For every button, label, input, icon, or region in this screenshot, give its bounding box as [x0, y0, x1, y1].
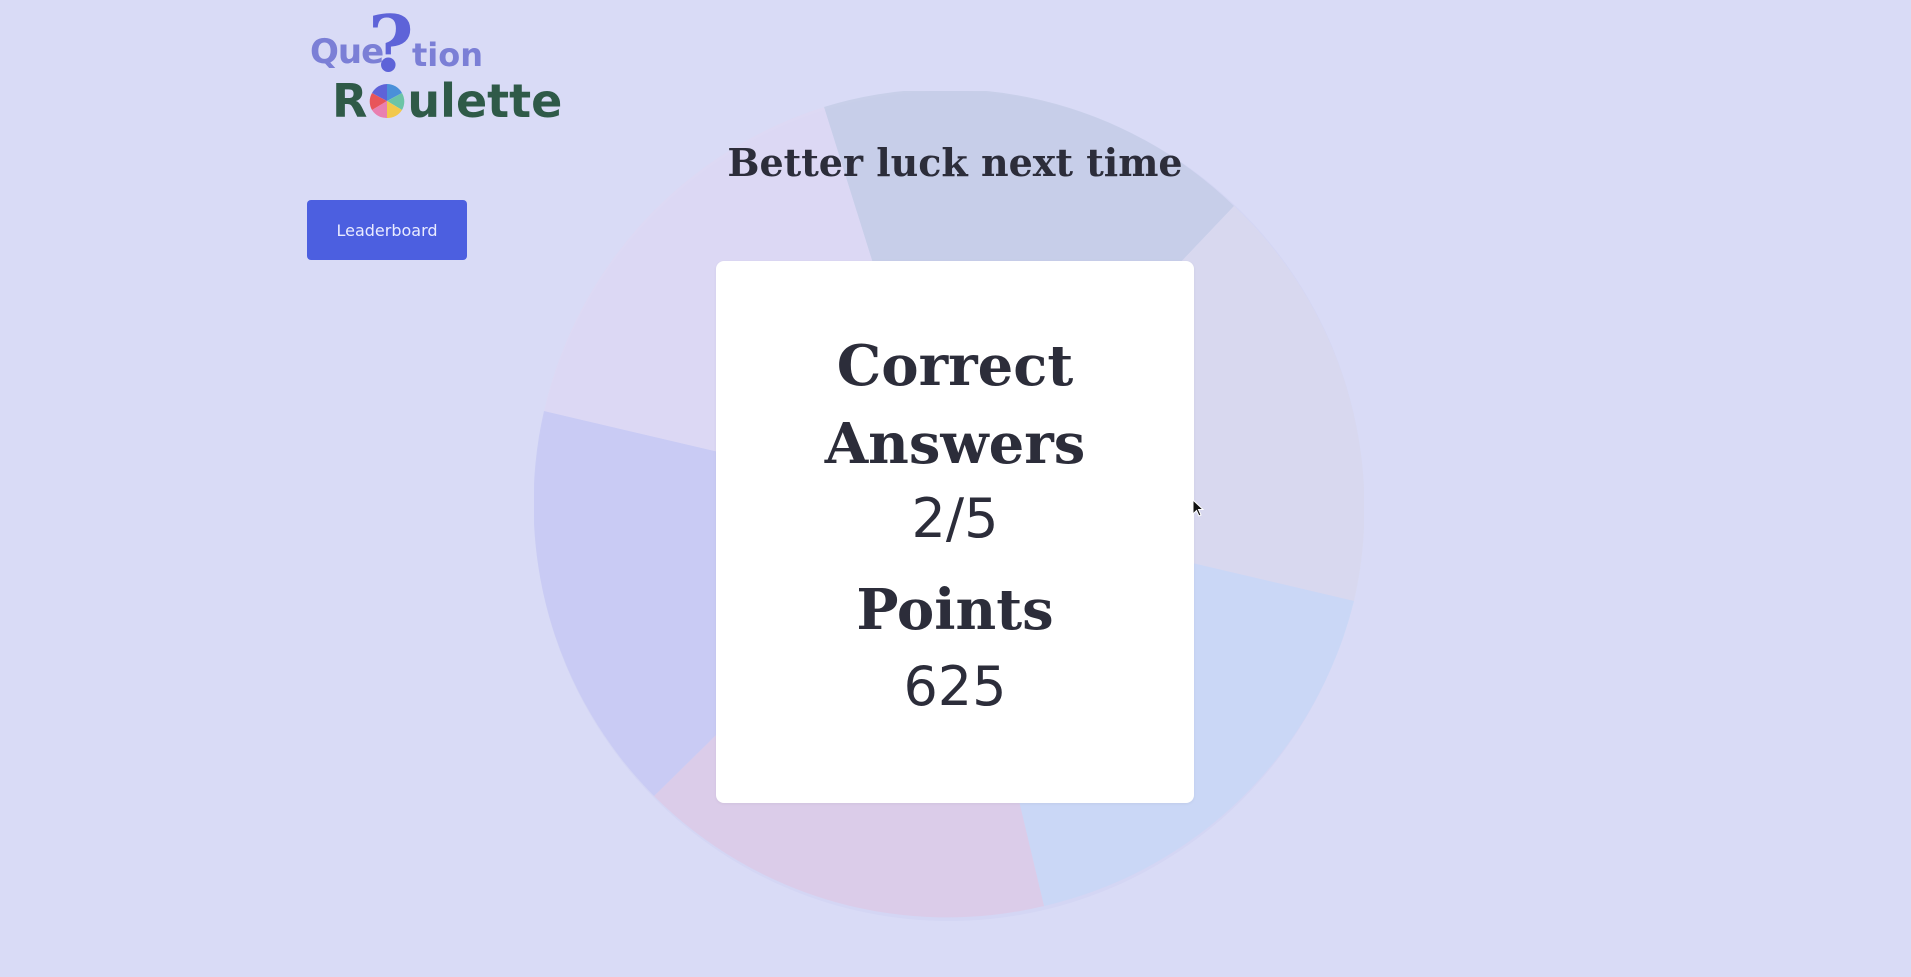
points-label-wrap: Points: [716, 571, 1194, 649]
logo-question-mark: ?: [368, 0, 414, 90]
correct-answers-label: Correct Answers: [716, 327, 1194, 483]
correct-answers-label-line2: Answers: [824, 411, 1086, 477]
mouse-pointer-icon: [1192, 499, 1204, 517]
logo-text-tion: tion: [412, 36, 484, 74]
leaderboard-button[interactable]: Leaderboard: [307, 200, 467, 260]
app-logo: Que ? tion R ulette: [308, 6, 562, 130]
logo-letter-r: R: [332, 74, 368, 128]
logo-letters-ulette: ulette: [407, 74, 563, 128]
result-heading: Better luck next time: [727, 140, 1183, 185]
logo-text-roulette: R ulette: [332, 74, 562, 128]
logo-wheel-icon: [370, 84, 405, 119]
score-card: Correct Answers 2/5 Points 625: [716, 261, 1194, 803]
points-value: 625: [903, 655, 1007, 718]
correct-answers-value: 2/5: [911, 487, 999, 550]
game-stage: Que ? tion R ulette Leaderboard Better l…: [0, 0, 1911, 977]
points-label: Points: [856, 577, 1054, 643]
correct-answers-label-line1: Correct: [836, 333, 1074, 399]
